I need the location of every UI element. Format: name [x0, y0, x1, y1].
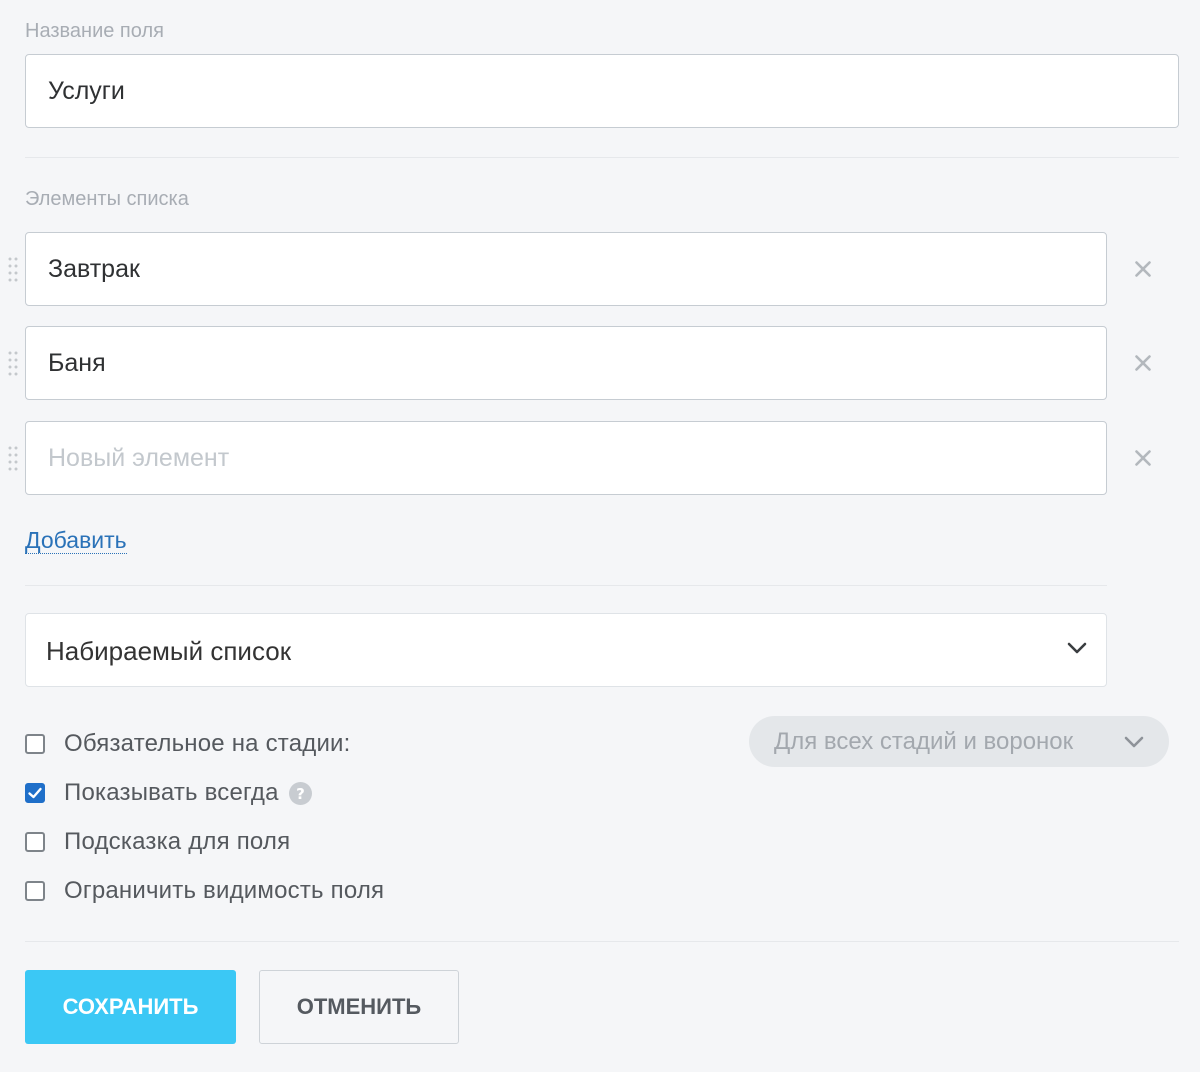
new-item-input[interactable] — [25, 421, 1107, 495]
list-item-input[interactable] — [25, 232, 1107, 306]
option-hint[interactable]: Подсказка для поля — [25, 827, 290, 857]
show-always-checkbox[interactable] — [25, 783, 45, 803]
list-item-input[interactable] — [25, 326, 1107, 400]
show-always-label: Показывать всегда — [64, 779, 279, 806]
drag-handle-icon[interactable] — [7, 256, 19, 284]
stage-selector-value: Для всех стадий и воронок — [774, 728, 1074, 755]
close-icon[interactable] — [1128, 443, 1158, 473]
limit-visibility-label: Ограничить видимость поля — [64, 877, 385, 904]
list-type-value: Набираемый список — [46, 636, 292, 666]
hint-label: Подсказка для поля — [64, 828, 291, 855]
close-icon[interactable] — [1128, 254, 1158, 284]
divider — [25, 585, 1107, 586]
list-elements-label: Элементы списка — [25, 188, 189, 210]
chevron-down-icon — [1066, 640, 1088, 661]
drag-handle-icon[interactable] — [7, 445, 19, 473]
hint-checkbox[interactable] — [25, 832, 45, 852]
option-show-always[interactable]: Показывать всегда ? — [25, 778, 312, 808]
svg-text:?: ? — [296, 785, 305, 803]
question-icon[interactable]: ? — [288, 781, 312, 805]
drag-handle-icon[interactable] — [7, 350, 19, 378]
option-limit-visibility[interactable]: Ограничить видимость поля — [25, 876, 384, 906]
add-item-link[interactable]: Добавить — [25, 527, 127, 554]
required-checkbox[interactable] — [25, 734, 45, 754]
limit-visibility-checkbox[interactable] — [25, 881, 45, 901]
close-icon[interactable] — [1128, 348, 1158, 378]
save-button[interactable]: СОХРАНИТЬ — [25, 970, 236, 1044]
option-required[interactable]: Обязательное на стадии: — [25, 729, 351, 759]
divider — [25, 941, 1179, 942]
field-name-input[interactable] — [25, 54, 1179, 128]
divider — [25, 157, 1179, 158]
field-name-label: Название поля — [25, 20, 164, 42]
check-icon — [28, 787, 42, 799]
chevron-down-icon — [1123, 734, 1145, 755]
list-type-select[interactable]: Набираемый список — [25, 613, 1107, 687]
required-label: Обязательное на стадии: — [64, 730, 351, 757]
cancel-button[interactable]: ОТМЕНИТЬ — [259, 970, 459, 1044]
stage-selector[interactable]: Для всех стадий и воронок — [749, 716, 1169, 767]
